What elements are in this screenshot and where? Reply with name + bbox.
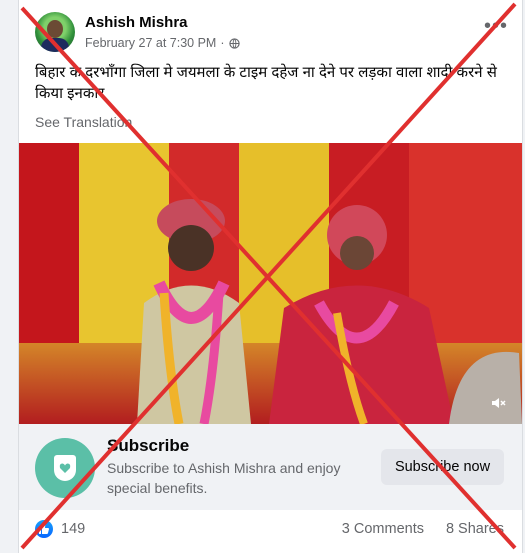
more-options-button[interactable]: •••	[484, 16, 508, 36]
post-header: Ashish Mishra February 27 at 7:30 PM · •…	[19, 8, 522, 58]
like-count[interactable]: 149	[61, 521, 85, 537]
author-name[interactable]: Ashish Mishra	[85, 14, 188, 31]
shares-count[interactable]: 8 Shares	[446, 521, 504, 537]
wedding-scene	[137, 199, 522, 424]
reactions-bar: 149 3 Comments 8 Shares	[19, 510, 522, 553]
see-translation-link[interactable]: See Translation	[35, 114, 132, 130]
author-avatar[interactable]	[35, 12, 75, 52]
meta-separator: ·	[220, 36, 225, 50]
globe-icon	[228, 37, 240, 49]
like-icon[interactable]	[35, 520, 53, 538]
post-video[interactable]	[19, 143, 522, 424]
subscribe-banner: Subscribe Subscribe to Ashish Mishra and…	[19, 424, 522, 510]
post-meta: February 27 at 7:30 PM ·	[85, 36, 240, 50]
post-timestamp[interactable]: February 27 at 7:30 PM	[85, 36, 216, 50]
post-card: Ashish Mishra February 27 at 7:30 PM · •…	[18, 0, 523, 553]
post-text: बिहार के दरभाँगा जिला मे जयमला के टाइम द…	[35, 64, 497, 102]
heart-badge-icon	[35, 438, 95, 498]
comments-count[interactable]: 3 Comments	[342, 521, 424, 537]
subscribe-title: Subscribe	[107, 436, 190, 455]
subscribe-description: Subscribe to Ashish Mishra and enjoy spe…	[107, 460, 341, 496]
subscribe-now-button[interactable]: Subscribe now	[381, 449, 504, 485]
mute-icon[interactable]	[490, 394, 508, 412]
